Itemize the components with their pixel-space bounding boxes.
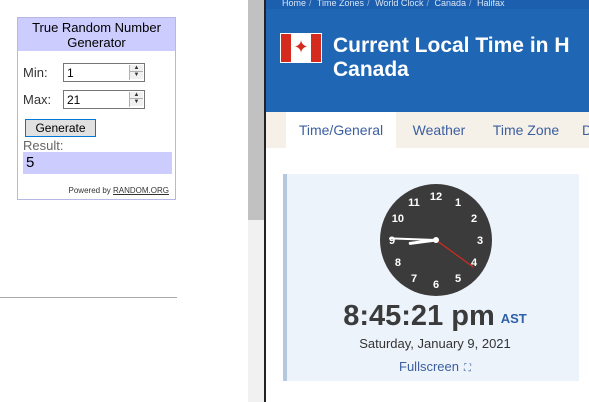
- tab-weather[interactable]: Weather: [400, 112, 478, 148]
- tab-more[interactable]: D: [572, 112, 589, 148]
- fullscreen-link[interactable]: Fullscreen ⛶: [287, 359, 583, 374]
- time-value: 8:45:21 pm: [343, 300, 495, 332]
- fullscreen-icon: ⛶: [463, 363, 471, 374]
- max-spinner[interactable]: ▲ ▼: [129, 92, 143, 107]
- min-value: 1: [67, 66, 74, 80]
- spin-up-icon[interactable]: ▲: [130, 92, 143, 99]
- clock-number: 12: [430, 191, 442, 203]
- powered-prefix: Powered by: [68, 186, 111, 195]
- page-title-line1: Current Local Time in H: [333, 34, 570, 57]
- random-number-widget: True Random Number Generator Min: 1 ▲ ▼ …: [17, 17, 176, 200]
- breadcrumb-canada[interactable]: Canada: [434, 0, 466, 8]
- fullscreen-label: Fullscreen: [399, 359, 459, 374]
- current-time: 8:45:21 pm AST: [287, 300, 583, 333]
- tab-time-general[interactable]: Time/General: [286, 112, 396, 148]
- timezone-abbr[interactable]: AST: [501, 311, 527, 326]
- min-spinner[interactable]: ▲ ▼: [129, 65, 143, 80]
- breadcrumb-time-zones[interactable]: Time Zones: [317, 0, 364, 8]
- clock-number: 5: [455, 273, 461, 285]
- min-input[interactable]: 1 ▲ ▼: [63, 63, 145, 82]
- generate-button[interactable]: Generate: [25, 119, 96, 137]
- result-label: Result:: [23, 138, 64, 153]
- spin-down-icon[interactable]: ▼: [130, 99, 143, 106]
- clock-center: [433, 237, 439, 243]
- clock-number: 4: [471, 257, 478, 269]
- clock-card: 12 1 2 3 4 5 6 7 8 9 10 11 8:45:21 pm AST Saturday, …: [283, 174, 579, 381]
- random-org-link[interactable]: RANDOM.ORG: [113, 186, 169, 195]
- widget-title: True Random Number Generator: [18, 18, 175, 51]
- clock-number: 3: [477, 235, 483, 247]
- divider-line: [0, 297, 177, 298]
- result-value: 5: [23, 152, 172, 174]
- spin-down-icon[interactable]: ▼: [130, 72, 143, 79]
- analog-clock: 12 1234567891011: [380, 184, 492, 296]
- scrollbar-thumb[interactable]: [248, 0, 264, 220]
- breadcrumb-home[interactable]: Home: [282, 0, 306, 8]
- clock-number: 7: [411, 273, 417, 285]
- clock-number: 8: [395, 257, 401, 269]
- max-value: 21: [67, 93, 81, 107]
- time-page: Home / Time Zones / World Clock / Canada / H…: [266, 0, 589, 402]
- clock-number: 6: [433, 279, 439, 291]
- breadcrumb-world-clock[interactable]: World Clock: [375, 0, 423, 8]
- current-date: Saturday, January 9, 2021: [359, 336, 511, 351]
- clock-number: 1: [455, 197, 461, 209]
- clock-number: 9: [389, 235, 395, 247]
- canada-flag-icon: ✦: [280, 33, 322, 63]
- tab-time-zone[interactable]: Time Zone: [486, 112, 566, 148]
- page-title: Current Local Time in H Canada: [333, 34, 589, 82]
- min-label: Min:: [23, 65, 48, 80]
- breadcrumb: Home / Time Zones / World Clock / Canada / H…: [266, 0, 589, 9]
- clock-number: 2: [471, 213, 477, 225]
- page-title-line2: Canada: [333, 58, 409, 81]
- spin-up-icon[interactable]: ▲: [130, 65, 143, 72]
- clock-number: 10: [392, 213, 404, 225]
- breadcrumb-halifax[interactable]: Halifax: [477, 0, 505, 8]
- clock-number: 11: [408, 197, 420, 209]
- powered-by: Powered by RANDOM.ORG: [69, 186, 169, 195]
- max-label: Max:: [23, 92, 52, 107]
- tab-bar: Time/General Weather Time Zone D: [266, 112, 589, 148]
- max-input[interactable]: 21 ▲ ▼: [63, 90, 145, 109]
- page-header: ✦ Current Local Time in H Canada: [266, 9, 589, 112]
